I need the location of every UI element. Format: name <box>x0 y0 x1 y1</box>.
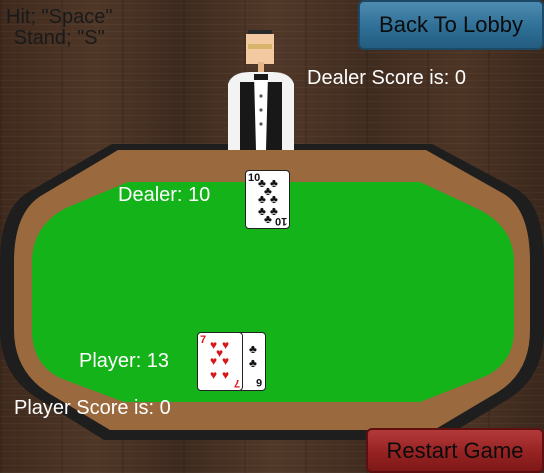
heart-pip-icon: ♥ <box>210 368 218 382</box>
controls-stand-text: Stand; "S" <box>13 27 105 49</box>
heart-pip-icon: ♥ <box>222 354 230 368</box>
dealer-hand-label: Dealer: 10 <box>118 184 211 206</box>
dealer-card-10-clubs: 10 10 ♣ ♣ ♣ ♣ ♣ ♣ ♣ ♣ <box>245 170 290 229</box>
club-pip-icon: ♣ <box>249 356 257 370</box>
controls-hint: Hit; "Space" Stand; "S" <box>6 7 112 49</box>
restart-game-button[interactable]: Restart Game <box>366 428 544 473</box>
heart-pip-icon: ♥ <box>222 368 230 382</box>
club-pip-icon: ♣ <box>249 342 257 356</box>
card-rank: 7 <box>200 334 207 346</box>
game-scene: Hit; "Space" Stand; "S" Back To Lobby De… <box>0 0 544 473</box>
heart-pip-icon: ♥ <box>210 354 218 368</box>
player-card-7-hearts: 7 7 ♥ ♥ ♥ ♥ ♥ ♥ ♥ <box>197 332 243 391</box>
card-rank-inverted: 6 <box>255 376 262 388</box>
player-score-text: Player Score is: 0 <box>14 397 171 419</box>
player-hand-label: Player: 13 <box>79 350 170 372</box>
controls-hit-text: Hit; "Space" <box>6 6 113 28</box>
dealer-character <box>220 26 316 159</box>
back-to-lobby-button[interactable]: Back To Lobby <box>358 0 544 50</box>
card-rank-inverted: 7 <box>233 377 240 389</box>
dealer-score-text: Dealer Score is: 0 <box>307 67 466 89</box>
club-pip-icon: ♣ <box>264 212 272 226</box>
